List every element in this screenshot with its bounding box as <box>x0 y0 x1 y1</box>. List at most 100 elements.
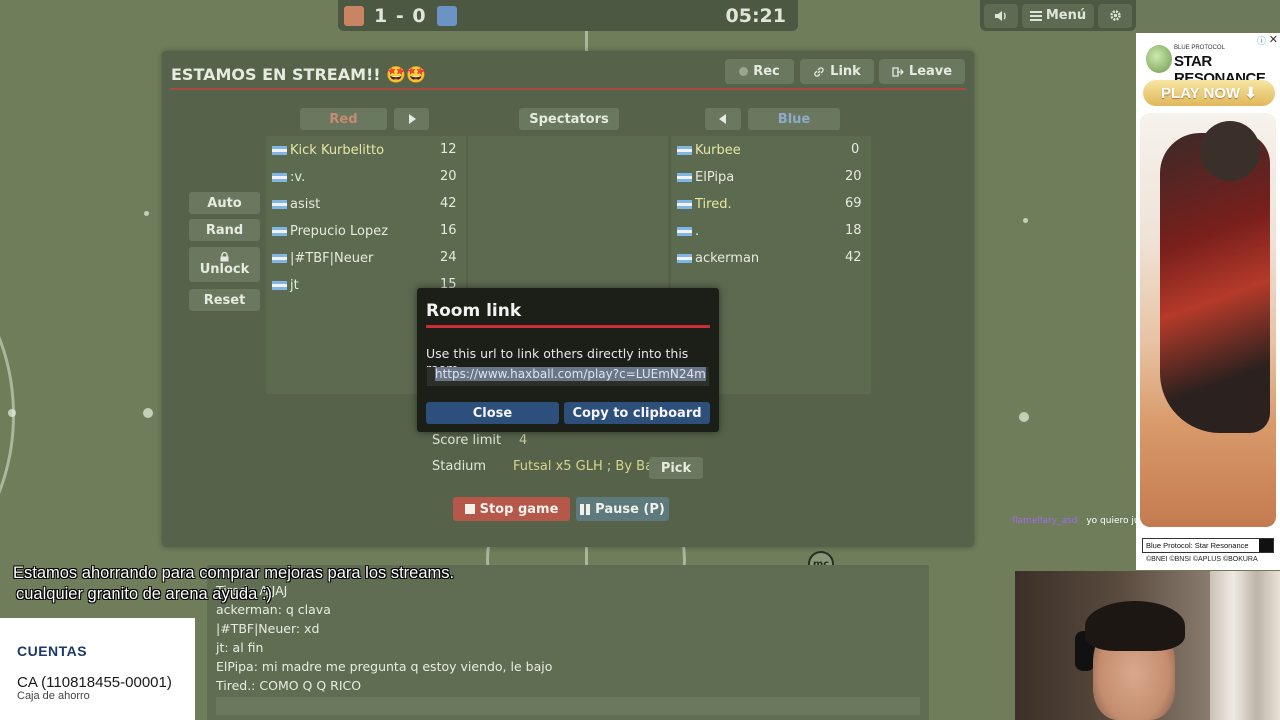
chat-message: ackerman: q clava <box>216 602 331 617</box>
red-team-header[interactable]: Red <box>300 108 387 130</box>
pick-stadium-button[interactable]: Pick <box>649 457 703 479</box>
stop-game-button[interactable]: Stop game <box>453 497 570 521</box>
flag-icon <box>272 172 287 182</box>
search-icon <box>1259 539 1273 552</box>
webcam-feed <box>1015 571 1280 720</box>
chat-message: ElPipa: mi madre me pregunta q estoy vie… <box>216 659 553 674</box>
list-item[interactable]: asist <box>272 194 320 214</box>
list-item[interactable]: . <box>677 221 699 241</box>
flag-icon <box>677 253 692 263</box>
red-team-swatch <box>344 5 364 26</box>
link-button[interactable]: Link <box>800 59 874 84</box>
reset-button[interactable]: Reset <box>189 289 260 311</box>
unlock-label: Unlock <box>199 262 250 277</box>
score-limit-value[interactable]: 4 <box>519 433 527 448</box>
stadium-value: Futsal x5 GLH ; By Ba... <box>513 459 666 474</box>
pause-label: Pause (P) <box>595 501 665 517</box>
room-title: ESTAMOS EN STREAM!! 🤩🤩 <box>171 65 427 84</box>
flag-icon <box>677 226 692 236</box>
chat-message: jt: al fin <box>216 640 264 655</box>
goal-post <box>8 409 16 417</box>
list-item[interactable]: |#TBF|Neuer <box>272 248 373 268</box>
move-to-red-button[interactable] <box>394 108 429 130</box>
player-name: Kick Kurbelitto <box>290 142 385 158</box>
play-now-button[interactable]: PLAY NOW ⬇ <box>1143 80 1275 106</box>
move-to-blue-button[interactable] <box>705 108 741 130</box>
menu-button[interactable]: Menú <box>1021 3 1095 28</box>
ad-info-icon[interactable]: ⓘ <box>1257 34 1266 47</box>
rec-button[interactable]: Rec <box>725 59 794 84</box>
rand-button[interactable]: Rand <box>189 219 260 241</box>
flag-icon <box>677 199 692 209</box>
flag-icon <box>272 253 287 263</box>
exit-icon <box>892 66 904 77</box>
player-score: 16 <box>440 223 457 238</box>
ad-caption-bar[interactable]: Blue Protocol: Star Resonance <box>1142 538 1274 553</box>
chat-input[interactable] <box>216 697 920 715</box>
player-score: 69 <box>845 196 862 211</box>
stop-label: Stop game <box>479 501 559 517</box>
list-item[interactable]: ElPipa <box>677 167 734 187</box>
ad-brand-small: BLUE PROTOCOL <box>1174 45 1225 51</box>
title-divider <box>171 88 966 90</box>
pause-button[interactable]: Pause (P) <box>576 497 669 521</box>
player-name: ElPipa <box>695 169 735 185</box>
webcam-hair <box>1085 601 1185 651</box>
link-label: Link <box>830 64 861 79</box>
list-item[interactable]: Kick Kurbelitto <box>272 140 384 160</box>
sound-button[interactable] <box>984 3 1018 28</box>
menu-label: Menú <box>1045 8 1087 23</box>
list-item[interactable]: :v. <box>272 167 305 187</box>
stadium-label: Stadium <box>432 459 487 474</box>
game-emblem-icon <box>1146 45 1172 73</box>
list-item[interactable]: jt <box>272 275 299 295</box>
game-clock: 05:21 <box>725 4 786 27</box>
blue-team-swatch <box>436 5 457 26</box>
player-score: 20 <box>440 169 457 184</box>
ad-copyright: ©BNEI ©BNSI ©APLUS ©BOKURA <box>1146 556 1258 563</box>
advertisement[interactable]: BLUE PROTOCOL STAR RESONANCE ⓘ ✕ PLAY NO… <box>1136 33 1280 570</box>
ad-logo: BLUE PROTOCOL STAR RESONANCE <box>1144 41 1274 87</box>
player-score: 42 <box>845 250 862 265</box>
list-item[interactable]: Kurbee <box>677 140 741 160</box>
list-item[interactable]: ackerman <box>677 248 759 268</box>
list-item[interactable]: Tired. <box>677 194 732 214</box>
player-name: :v. <box>290 169 306 185</box>
gear-icon <box>1109 10 1121 21</box>
room-link-dialog: Room link Use this url to link others di… <box>417 288 719 432</box>
ad-character-image <box>1160 133 1270 433</box>
pause-icon <box>580 503 591 515</box>
score-display: 1 - 0 <box>374 4 427 27</box>
player-score: 42 <box>440 196 457 211</box>
room-url-field[interactable]: https://www.haxball.com/play?c=LUEmN24m <box>427 367 709 386</box>
flag-icon <box>272 145 287 155</box>
flag-icon <box>677 172 692 182</box>
player-name: asist <box>290 196 321 212</box>
stream-chat-line: flamellary_asd yo quiero juga <box>1012 516 1151 526</box>
player-name: Prepucio Lopez <box>290 223 389 239</box>
copy-to-clipboard-button[interactable]: Copy to clipboard <box>564 402 710 424</box>
blue-team-header[interactable]: Blue <box>748 108 840 130</box>
field-marker <box>1023 218 1028 223</box>
list-item[interactable]: Prepucio Lopez <box>272 221 388 241</box>
hamburger-icon <box>1029 10 1042 21</box>
player-name: Kurbee <box>695 142 741 158</box>
rec-label: Rec <box>753 64 780 79</box>
accounts-title: CUENTAS <box>17 643 88 659</box>
leave-label: Leave <box>908 64 953 79</box>
unlock-button[interactable]: Unlock <box>189 247 260 282</box>
dialog-divider <box>426 325 710 328</box>
leave-button[interactable]: Leave <box>879 59 965 84</box>
close-button[interactable]: Close <box>426 402 559 424</box>
auto-button[interactable]: Auto <box>189 192 260 214</box>
ad-close-icon[interactable]: ✕ <box>1269 33 1278 46</box>
player-disc <box>1019 412 1029 422</box>
settings-button[interactable] <box>1098 3 1132 28</box>
chat-message: Tired.: COMO Q Q RICO <box>216 678 362 693</box>
player-score: 20 <box>845 169 862 184</box>
speaker-icon <box>994 10 1006 21</box>
scoreboard: 1 - 0 05:21 <box>338 0 798 31</box>
spectators-header[interactable]: Spectators <box>519 108 619 130</box>
stream-banner-line-1: Estamos ahorrando para comprar mejoras p… <box>13 564 455 582</box>
webcam-background-curtain <box>1210 571 1280 720</box>
